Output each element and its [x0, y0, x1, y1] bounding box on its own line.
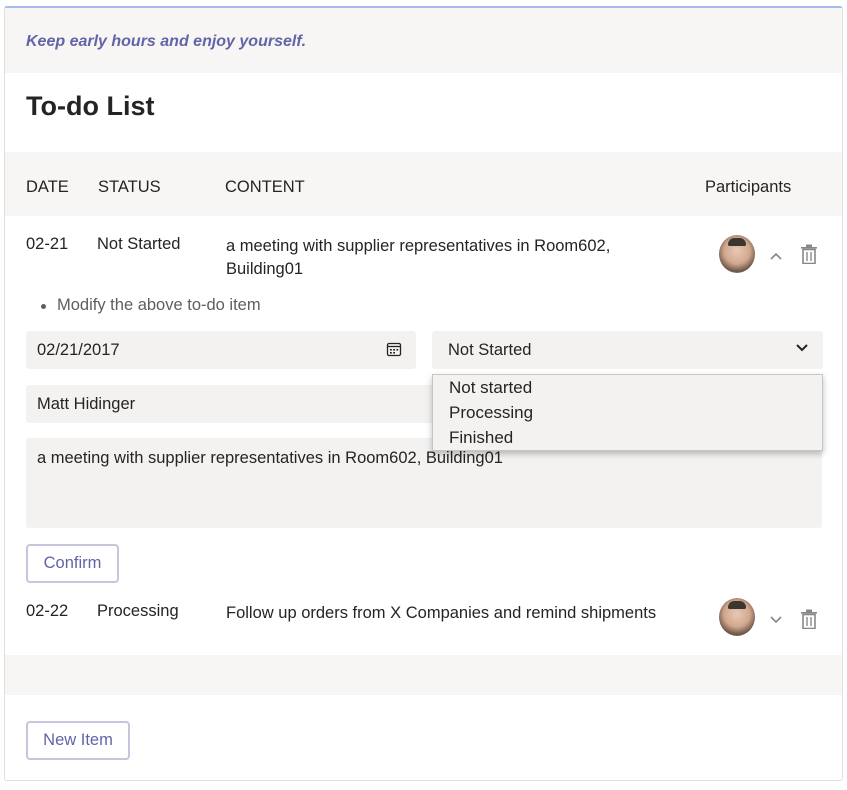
page-title: To-do List [26, 91, 155, 121]
row-content: Follow up orders from X Companies and re… [226, 604, 657, 622]
row-date: 02-22 [26, 602, 69, 620]
chevron-down-icon[interactable] [768, 612, 784, 628]
table-footer [5, 655, 842, 695]
calendar-icon[interactable] [386, 341, 402, 357]
confirm-button[interactable]: Confirm [26, 544, 119, 583]
participant-avatar [719, 235, 755, 273]
status-dropdown-menu: Not started Processing Finished [432, 374, 823, 451]
column-header-status: STATUS [98, 178, 161, 196]
status-select-value: Not Started [448, 340, 532, 359]
status-option-finished[interactable]: Finished [449, 428, 513, 448]
tip-banner: Keep early hours and enjoy yourself. [5, 8, 842, 73]
tip-text: Keep early hours and enjoy yourself. [26, 33, 307, 50]
content-textarea[interactable]: a meeting with supplier representatives … [26, 438, 822, 528]
chevron-down-icon[interactable] [795, 343, 809, 353]
edit-hint: Modify the above to-do item [41, 296, 261, 314]
trash-icon[interactable] [800, 609, 818, 629]
todo-card: Keep early hours and enjoy yourself. To-… [4, 6, 843, 781]
new-item-button[interactable]: New Item [26, 721, 130, 760]
column-header-participants: Participants [705, 178, 792, 196]
status-option-not-started[interactable]: Not started [449, 378, 532, 398]
participant-avatar [719, 598, 755, 636]
chevron-up-icon[interactable] [768, 248, 784, 264]
participant-value: Matt Hidinger [37, 394, 136, 413]
row-status: Not Started [97, 235, 181, 253]
column-header-date: DATE [26, 178, 69, 196]
status-select[interactable]: Not Started [432, 331, 823, 369]
date-value: 02/21/2017 [37, 340, 120, 359]
column-header-content: CONTENT [225, 178, 305, 196]
row-content: a meeting with supplier representatives … [226, 237, 611, 278]
row-status: Processing [97, 602, 179, 620]
date-input[interactable]: 02/21/2017 [26, 331, 416, 369]
content-value: a meeting with supplier representatives … [37, 449, 503, 467]
row-date: 02-21 [26, 235, 69, 253]
trash-icon[interactable] [800, 244, 818, 264]
status-option-processing[interactable]: Processing [449, 403, 533, 423]
